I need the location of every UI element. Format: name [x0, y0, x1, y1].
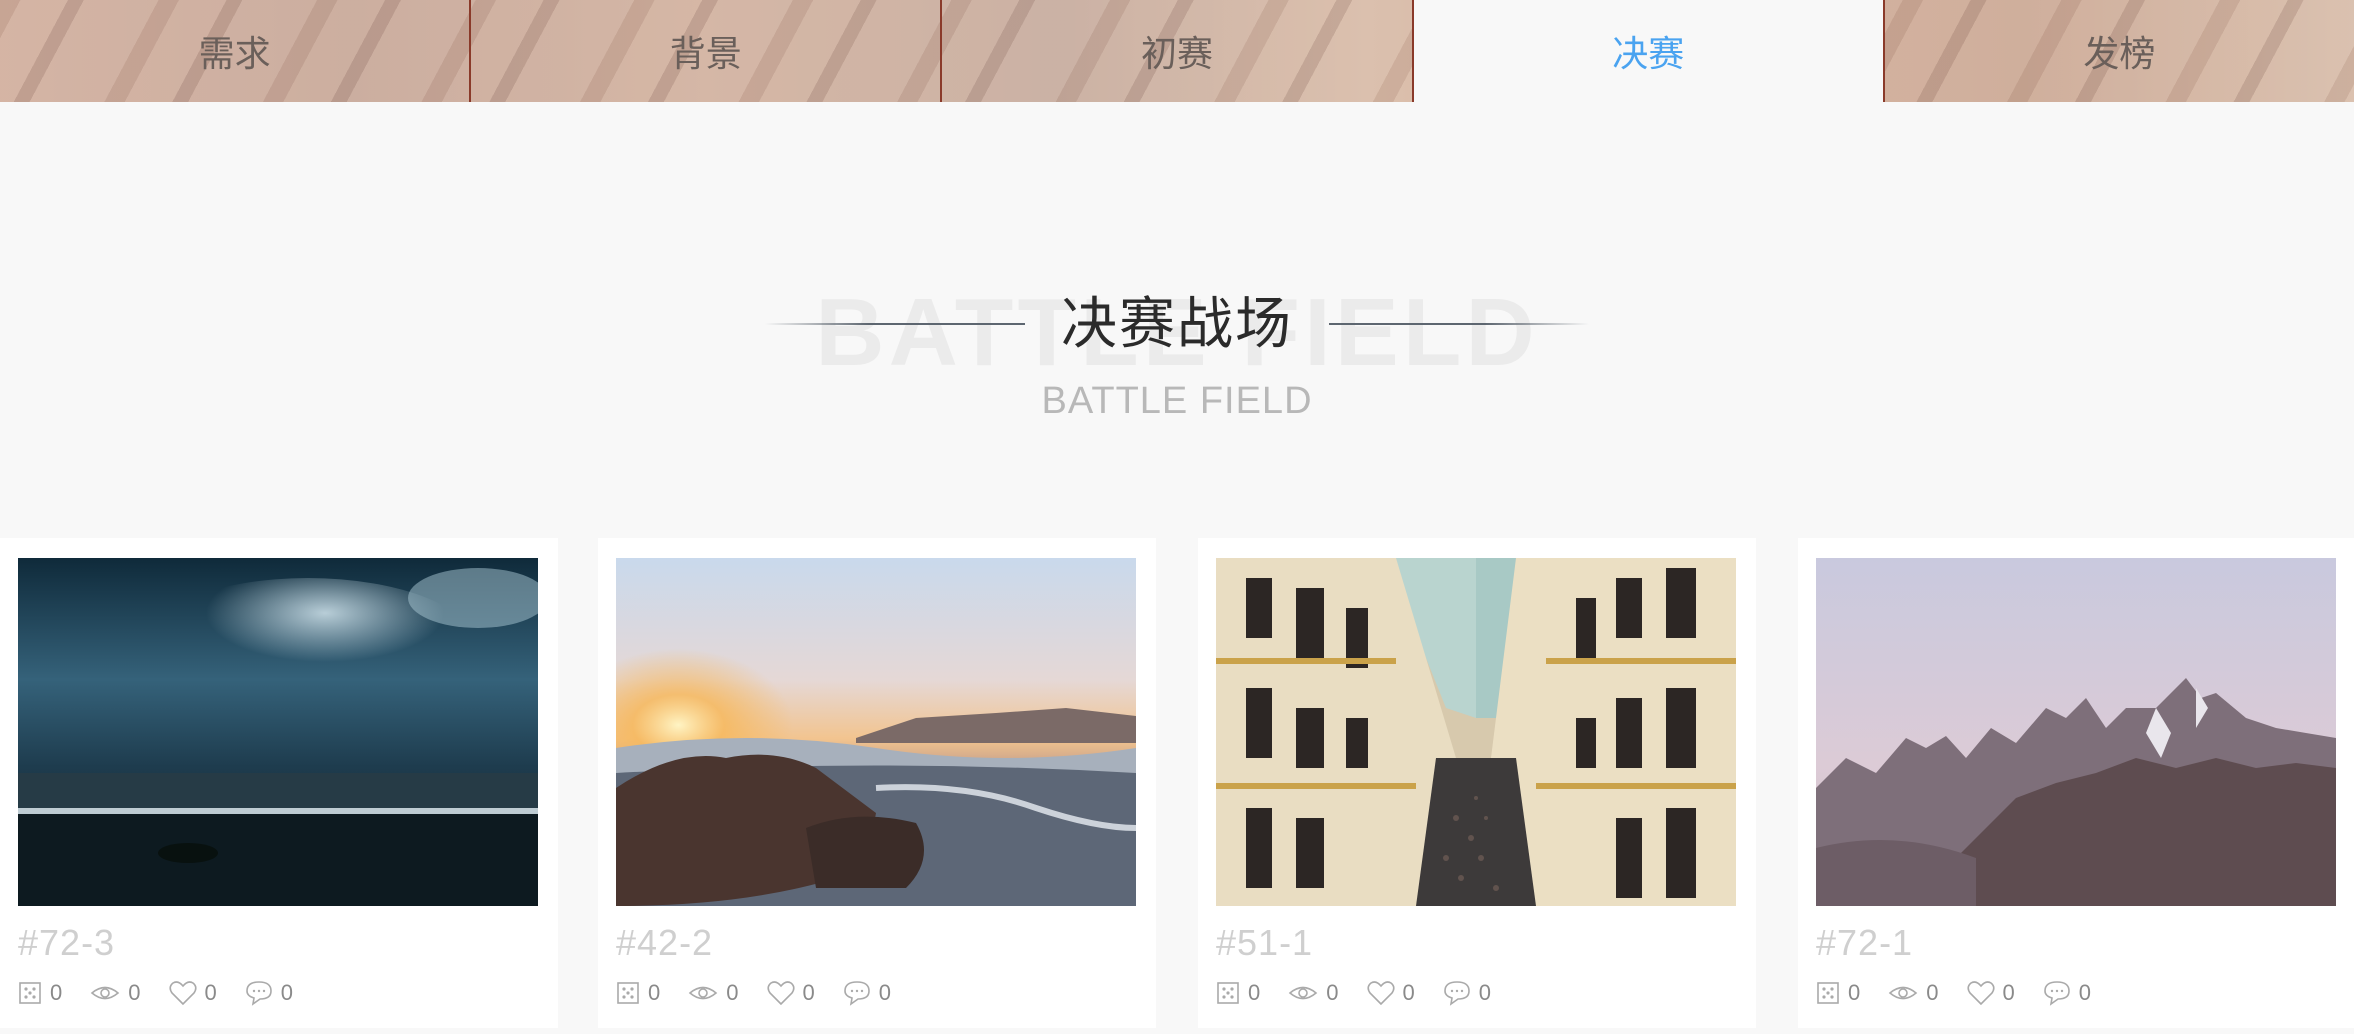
- likes-stat[interactable]: 0: [1366, 980, 1415, 1006]
- entry-id: #72-1: [1816, 922, 1914, 963]
- heart-icon: [1366, 981, 1395, 1006]
- title-row: 决赛战场: [0, 296, 2354, 352]
- votes-stat[interactable]: 0: [18, 980, 62, 1006]
- entry-stats: 0 0 0 0: [1816, 978, 2119, 1008]
- likes-stat[interactable]: 0: [1966, 980, 2015, 1006]
- tab-bar: 需求 背景 初赛 决赛 发榜: [0, 0, 2354, 102]
- section-heading: BATTLE FIELD 决赛战场 BATTLE FIELD: [0, 270, 2354, 440]
- mountain-peaks-photo[interactable]: [1816, 558, 2336, 906]
- comment-icon: [843, 981, 870, 1006]
- comments-stat[interactable]: 0: [245, 980, 293, 1006]
- entry-card[interactable]: #51-1 0 0 0 0: [1198, 538, 1756, 1028]
- stormy-sea-photo[interactable]: [18, 558, 538, 906]
- tab-preliminary[interactable]: 初赛: [942, 0, 1414, 102]
- comments-stat[interactable]: 0: [2043, 980, 2091, 1006]
- tab-results[interactable]: 发榜: [1884, 0, 2354, 102]
- entry-stats: 0 0 0 0: [1216, 978, 1519, 1008]
- views-count: 0: [1926, 980, 1939, 1005]
- tab-demand[interactable]: 需求: [0, 0, 472, 102]
- views-count: 0: [128, 980, 141, 1005]
- entry-stats: 0 0 0 0: [616, 978, 919, 1008]
- entry-id: #51-1: [1216, 922, 1314, 963]
- comment-icon: [2043, 981, 2070, 1006]
- section-subtitle: BATTLE FIELD: [1041, 380, 1313, 422]
- heart-icon: [168, 981, 197, 1006]
- dice-icon: [617, 982, 639, 1004]
- tab-final[interactable]: 决赛: [1413, 0, 1885, 102]
- sunset-waves-photo[interactable]: [616, 558, 1136, 906]
- comments-stat[interactable]: 0: [1443, 980, 1491, 1006]
- votes-count: 0: [1248, 980, 1261, 1005]
- likes-count: 0: [204, 980, 217, 1005]
- eye-icon: [689, 986, 718, 1000]
- city-street-photo[interactable]: [1216, 558, 1736, 906]
- comments-count: 0: [280, 980, 293, 1005]
- entry-card[interactable]: #72-1 0 0 0 0: [1798, 538, 2354, 1028]
- views-count: 0: [726, 980, 739, 1005]
- section-title: 决赛战场: [1061, 292, 1293, 355]
- dice-icon: [1817, 982, 1839, 1004]
- views-stat: 0: [688, 980, 739, 1006]
- comment-icon: [245, 981, 272, 1006]
- likes-count: 0: [1402, 980, 1415, 1005]
- eye-icon: [1889, 986, 1918, 1000]
- entry-card[interactable]: #72-3 0 0 0 0: [0, 538, 558, 1028]
- dice-icon: [1217, 982, 1239, 1004]
- comments-stat[interactable]: 0: [843, 980, 891, 1006]
- likes-stat[interactable]: 0: [168, 980, 217, 1006]
- tab-background[interactable]: 背景: [471, 0, 943, 102]
- votes-stat[interactable]: 0: [1816, 980, 1860, 1006]
- heart-icon: [1966, 981, 1995, 1006]
- entry-stats: 0 0 0 0: [18, 978, 321, 1008]
- comments-count: 0: [2078, 980, 2091, 1005]
- views-stat: 0: [1288, 980, 1339, 1006]
- entry-id: #72-3: [18, 922, 116, 963]
- comments-count: 0: [878, 980, 891, 1005]
- votes-count: 0: [1848, 980, 1861, 1005]
- entry-id: #42-2: [616, 922, 714, 963]
- likes-stat[interactable]: 0: [766, 980, 815, 1006]
- comments-count: 0: [1478, 980, 1491, 1005]
- title-rule-right: [1329, 323, 1589, 325]
- views-stat: 0: [90, 980, 141, 1006]
- views-count: 0: [1326, 980, 1339, 1005]
- heart-icon: [766, 981, 795, 1006]
- eye-icon: [1289, 986, 1318, 1000]
- comment-icon: [1443, 981, 1470, 1006]
- likes-count: 0: [802, 980, 815, 1005]
- entry-card[interactable]: #42-2 0 0 0 0: [598, 538, 1156, 1028]
- likes-count: 0: [2002, 980, 2015, 1005]
- votes-stat[interactable]: 0: [1216, 980, 1260, 1006]
- votes-stat[interactable]: 0: [616, 980, 660, 1006]
- dice-icon: [19, 982, 41, 1004]
- votes-count: 0: [50, 980, 63, 1005]
- votes-count: 0: [648, 980, 661, 1005]
- title-rule-left: [765, 323, 1025, 325]
- eye-icon: [91, 986, 120, 1000]
- views-stat: 0: [1888, 980, 1939, 1006]
